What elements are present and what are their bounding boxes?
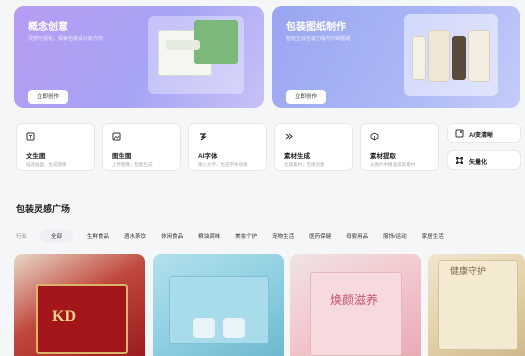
package-box: [169, 276, 269, 344]
image-text-icon: [26, 132, 35, 141]
package-box: [310, 272, 402, 356]
ai-sharpen-icon: [455, 129, 464, 138]
tool-title: AI字体: [198, 153, 218, 160]
create-button[interactable]: 立即创作: [28, 90, 69, 104]
filter-chip[interactable]: 母婴用品: [346, 232, 368, 240]
vectorize-icon: [455, 156, 464, 165]
tool-ai-font[interactable]: AI字体 输入文字，生成字体效果: [188, 123, 267, 171]
product-card[interactable]: 焕颜滋养: [290, 254, 421, 356]
jar: [193, 318, 215, 338]
filter-chip[interactable]: 家居生活: [422, 232, 444, 240]
banner-image: [148, 16, 244, 94]
tool-image-to-image[interactable]: 图生图 上传图像，智能生成: [102, 123, 181, 171]
banner-subtitle: 灵感可视化，探索包装设计新方向: [28, 36, 104, 42]
banner-concept[interactable]: 概念创意 灵感可视化，探索包装设计新方向 立即创作: [14, 6, 264, 108]
filter-chip[interactable]: 休闲食品: [161, 232, 183, 240]
tool-vectorize[interactable]: 矢量化: [447, 150, 521, 170]
jar: [223, 318, 245, 338]
image-image-icon: [112, 132, 121, 141]
filter-chip[interactable]: 酒水茶饮: [124, 232, 146, 240]
banner-title: 包装图纸制作: [286, 22, 346, 33]
tool-title: 文生图: [26, 153, 46, 160]
tool-label: AI变清晰: [469, 133, 494, 139]
create-button[interactable]: 立即创作: [286, 90, 327, 104]
product-mark: 健康守护: [450, 266, 487, 276]
product-mark: KD: [52, 308, 76, 325]
tool-desc: 从图片中精准提取素材: [370, 162, 415, 167]
banner-subtitle: 智能生成包装刀版与印刷图纸: [286, 36, 352, 42]
banner-title: 概念创意: [28, 22, 68, 33]
tool-desc: 描述画面，生成图像: [26, 162, 67, 167]
tool-title: 图生图: [112, 153, 132, 160]
font-icon: [198, 132, 207, 141]
package-box: [36, 284, 128, 354]
tool-material-extract[interactable]: 素材提取 从图片中精准提取素材: [360, 123, 439, 171]
tool-material-gen[interactable]: 素材生成 生成素材，无限创意: [274, 123, 353, 171]
product-card[interactable]: 健康守护: [428, 254, 525, 356]
banner-dieline[interactable]: 包装图纸制作 智能生成包装刀版与印刷图纸 立即创作: [272, 6, 520, 108]
extract-icon: [370, 132, 379, 141]
industry-filter: 行业 全部 生鲜食品 酒水茶饮 休闲食品 粮油调味 美妆个护 宠物生活 医药保健…: [16, 229, 459, 243]
product-card[interactable]: [153, 254, 284, 356]
filter-chip[interactable]: 美妆个护: [235, 232, 257, 240]
product-card[interactable]: KD: [14, 254, 145, 356]
filter-chip[interactable]: 生鲜食品: [87, 232, 109, 240]
tool-desc: 生成素材，无限创意: [284, 162, 325, 167]
tool-title: 素材生成: [284, 153, 310, 160]
material-icon: [284, 132, 293, 141]
tool-text-to-image[interactable]: 文生图 描述画面，生成图像: [16, 123, 95, 171]
tool-title: 素材提取: [370, 153, 396, 160]
filter-label: 行业: [16, 234, 28, 240]
filter-chip-all[interactable]: 全部: [40, 229, 74, 243]
filter-chip[interactable]: 粮油调味: [198, 232, 220, 240]
product-mark: 焕颜滋养: [330, 293, 379, 307]
tool-desc: 上传图像，智能生成: [112, 162, 153, 167]
filter-chip[interactable]: 医药保健: [309, 232, 331, 240]
filter-chip[interactable]: 服饰/运动: [383, 232, 407, 240]
banner-image: [404, 14, 498, 96]
section-title: 包装灵感广场: [16, 204, 71, 214]
tool-label: 矢量化: [469, 160, 488, 166]
tool-desc: 输入文字，生成字体效果: [198, 162, 248, 167]
filter-chip[interactable]: 宠物生活: [272, 232, 294, 240]
tool-ai-sharpen[interactable]: AI变清晰: [447, 123, 521, 143]
